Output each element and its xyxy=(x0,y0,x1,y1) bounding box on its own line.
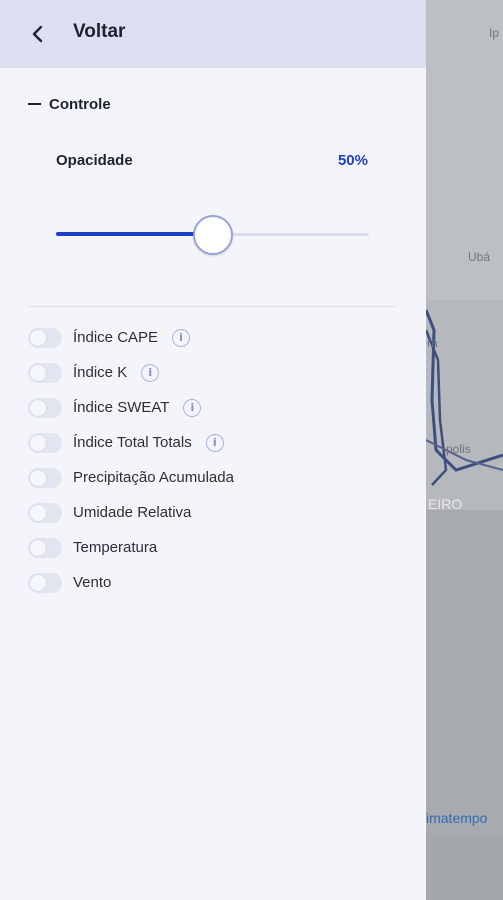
map-label-city: ra xyxy=(427,336,438,350)
layer-label: Índice Total Totals xyxy=(73,434,192,451)
layer-list: Índice CAPE i Índice K i Índice SWEAT i … xyxy=(28,320,408,600)
layer-label: Índice K xyxy=(73,364,128,381)
map-label-city: Ubá xyxy=(468,250,491,264)
layer-item-sweat: Índice SWEAT i xyxy=(28,390,408,425)
layer-item-temperature: Temperatura xyxy=(28,530,408,565)
toggle-knob xyxy=(30,399,46,416)
layer-toggle[interactable] xyxy=(28,327,62,348)
toggle-knob xyxy=(30,329,46,346)
toggle-knob xyxy=(30,504,46,521)
toggle-knob xyxy=(30,434,46,451)
slider-thumb[interactable] xyxy=(193,215,233,255)
map-label-city: polis xyxy=(446,442,471,456)
layer-toggle[interactable] xyxy=(28,362,62,383)
layer-label: Índice SWEAT xyxy=(73,399,170,416)
layers-drawer: Voltar Controle Opacidade 50% Índice CAP… xyxy=(0,0,426,900)
info-icon[interactable]: i xyxy=(205,433,224,452)
layer-item-humidity: Umidade Relativa xyxy=(28,495,408,530)
layer-item-precipitation: Precipitação Acumulada xyxy=(28,460,408,495)
layer-label: Temperatura xyxy=(73,539,158,556)
layer-toggle[interactable] xyxy=(28,432,62,453)
map-attribution[interactable]: imatempo xyxy=(426,810,487,826)
layer-label: Umidade Relativa xyxy=(73,504,192,521)
collapse-icon xyxy=(28,103,41,105)
toggle-knob xyxy=(30,469,46,486)
layer-item-total-totals: Índice Total Totals i xyxy=(28,425,408,460)
layer-label: Precipitação Acumulada xyxy=(73,469,234,486)
layer-toggle[interactable] xyxy=(28,397,62,418)
section-title: Controle xyxy=(49,95,111,113)
layer-label: Índice CAPE xyxy=(73,329,159,346)
layer-item-wind: Vento xyxy=(28,565,408,600)
divider xyxy=(28,306,396,307)
map-label-city: Ip xyxy=(489,26,500,40)
toggle-knob xyxy=(30,539,46,556)
back-button-label[interactable]: Voltar xyxy=(73,21,125,43)
layer-toggle[interactable] xyxy=(28,572,62,593)
opacity-value: 50% xyxy=(337,152,368,169)
slider-fill xyxy=(56,232,213,236)
info-icon[interactable]: i xyxy=(141,363,160,382)
layer-item-k: Índice K i xyxy=(28,355,408,390)
opacity-slider[interactable] xyxy=(56,214,369,256)
chevron-left-icon[interactable] xyxy=(24,20,52,48)
drawer-header: Voltar xyxy=(0,0,426,68)
opacity-label: Opacidade xyxy=(56,152,133,169)
info-icon[interactable]: i xyxy=(172,328,191,347)
layer-label: Vento xyxy=(73,574,112,591)
toggle-knob xyxy=(30,574,46,591)
toggle-knob xyxy=(30,364,46,381)
layer-item-cape: Índice CAPE i xyxy=(28,320,408,355)
map-label-city: EIRO xyxy=(428,496,463,512)
layer-toggle[interactable] xyxy=(28,502,62,523)
controls-section-toggle[interactable]: Controle xyxy=(28,94,111,114)
layer-toggle[interactable] xyxy=(28,467,62,488)
map-footer xyxy=(426,834,503,900)
layer-toggle[interactable] xyxy=(28,537,62,558)
info-icon[interactable]: i xyxy=(183,398,202,417)
